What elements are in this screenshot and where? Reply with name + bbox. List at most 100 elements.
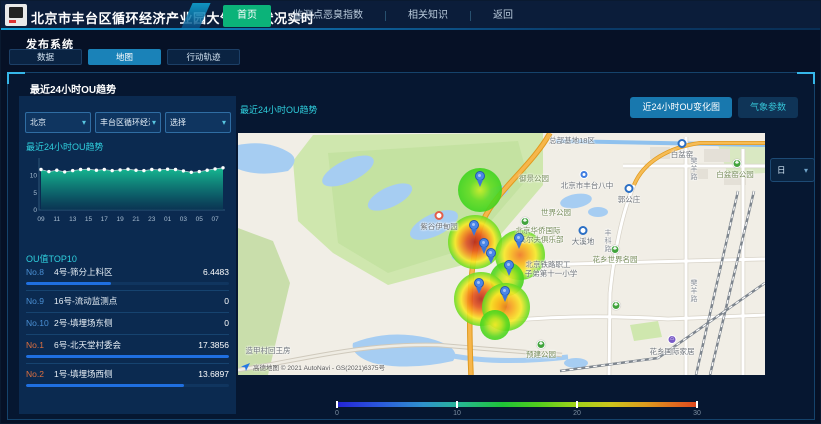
site-name: 2号-填埋场东侧 (54, 317, 224, 329)
map-pin[interactable] (514, 233, 524, 243)
ou-value: 13.6897 (198, 369, 229, 379)
list-item-0: No.84号-筛分上料区6.4483 (26, 262, 229, 291)
map-canvas[interactable]: 总部基地18区御景公园北京市丰台八中世界公园白盆窑白盆窑公园郭公庄大溪地紫谷伊甸… (238, 133, 765, 375)
list-item-3: No.1 6号-北天堂村委会17.3856 (26, 335, 229, 364)
colorbar-label: 30 (693, 410, 701, 417)
list-item-row: No.10 2号-填埋场东侧0 (26, 317, 229, 329)
list-item-row: No.9 16号-流动监测点0 (26, 295, 229, 307)
list-item-row: No.21号-填埋场西侧13.6897 (26, 368, 229, 380)
value-bar-track (26, 355, 229, 358)
svg-text:23: 23 (148, 216, 156, 223)
list-item-1: No.9 16号-流动监测点0 (26, 291, 229, 313)
app-root: 北京市丰台区循环经济产业园大气恶臭状况实时 首页监测点恶臭指数相关知识返回 发布… (0, 0, 821, 424)
colorbar-tick (456, 401, 458, 408)
filter-select-1[interactable]: 丰台区循环经济产▾ (95, 112, 161, 133)
nav-separator (385, 11, 386, 21)
ou-value: 0 (224, 318, 229, 328)
trend-chart-content: 1050091113151719212301030507 (30, 158, 225, 223)
publish-tabs: 数据地图行动轨迹 (9, 49, 240, 65)
rank-label: No.10 (26, 318, 50, 328)
chevron-down-icon: ▾ (82, 118, 86, 127)
chevron-down-icon: ▾ (222, 118, 226, 127)
map-view-button-1[interactable]: 气象参数 (738, 97, 798, 118)
ou-value: 17.3856 (198, 340, 229, 350)
svg-text:0: 0 (33, 207, 37, 214)
panel-title: 最近24小时OU趋势 (30, 81, 116, 96)
colorbar-tick (336, 401, 338, 408)
map-pin[interactable] (486, 248, 496, 258)
map-pin[interactable] (504, 260, 514, 270)
ou-value: 6.4483 (203, 267, 229, 277)
filter-select-2[interactable]: 选择▾ (165, 112, 231, 133)
svg-text:09: 09 (37, 216, 45, 223)
filter-select-0[interactable]: 北京▾ (25, 112, 91, 133)
nav-tab-2[interactable]: 相关知识 (400, 5, 456, 27)
colorbar-label: 20 (573, 410, 581, 417)
select-value: 丰台区循环经济产 (100, 117, 150, 128)
map-section: 最近24小时OU趋势 近24小时OU变化图气象参数 (232, 95, 806, 414)
map-view-button-0[interactable]: 近24小时OU变化图 (630, 97, 732, 118)
map-attribution-text: 高德地图 © 2021 AutoNavi - GS(2021)6375号 (253, 362, 385, 372)
amap-logo-icon (241, 363, 250, 371)
filter-selects: 北京▾丰台区循环经济产▾选择▾ (25, 112, 231, 133)
nav-tab-3[interactable]: 返回 (485, 5, 521, 27)
svg-text:15: 15 (85, 216, 93, 223)
nav-separator (470, 11, 471, 21)
colorbar-tick (576, 401, 578, 408)
svg-text:03: 03 (180, 216, 188, 223)
select-value: 选择 (170, 117, 220, 128)
svg-text:11: 11 (53, 216, 60, 223)
map-pin[interactable] (500, 286, 510, 296)
list-item-4: No.21号-填埋场西侧13.6897 (26, 364, 229, 392)
map-view-buttons: 近24小时OU变化图气象参数 (630, 97, 798, 118)
nav-tab-1[interactable]: 监测点恶臭指数 (285, 5, 371, 27)
map-pin[interactable] (469, 220, 479, 230)
ou-top-list: No.84号-筛分上料区6.4483No.916号-流动监测点0No.102号-… (26, 262, 229, 392)
value-bar-fill (26, 355, 229, 358)
list-item-row: No.84号-筛分上料区6.4483 (26, 266, 229, 278)
app-logo-icon (5, 4, 27, 26)
main-nav: 首页监测点恶臭指数 相关知识 返回 (223, 1, 521, 30)
colorbar-label: 0 (335, 410, 339, 417)
select-value: 北京 (30, 117, 80, 128)
list-item-2: No.10 2号-填埋场东侧0 (26, 313, 229, 335)
colorbar-tick (696, 401, 698, 408)
svg-text:05: 05 (196, 216, 204, 223)
ou-colorbar: 0102030 (337, 402, 697, 420)
rank-label: No.8 (26, 267, 50, 277)
list-item-row: No.1 6号-北天堂村委会17.3856 (26, 339, 229, 351)
map-pins (238, 133, 765, 375)
map-pin[interactable] (479, 238, 489, 248)
rank-label: No.2 (26, 369, 50, 379)
map-attribution: 高德地图 © 2021 AutoNavi - GS(2021)6375号 (241, 362, 385, 372)
publish-tab-2[interactable]: 行动轨迹 (167, 49, 240, 65)
ou-value: 0 (224, 296, 229, 306)
map-pin[interactable] (475, 171, 485, 181)
svg-text:17: 17 (101, 216, 109, 223)
top-header: 北京市丰台区循环经济产业园大气恶臭状况实时 首页监测点恶臭指数相关知识返回 (1, 1, 820, 30)
nav-tab-0[interactable]: 首页 (223, 5, 271, 27)
value-bar-fill (26, 282, 111, 285)
svg-text:01: 01 (164, 216, 172, 223)
svg-text:19: 19 (116, 216, 124, 223)
value-bar-track (26, 282, 229, 285)
svg-text:21: 21 (132, 216, 140, 223)
map-section-title: 最近24小时OU趋势 (240, 103, 318, 116)
publish-tab-1[interactable]: 地图 (88, 49, 161, 65)
svg-text:07: 07 (211, 216, 219, 223)
svg-text:10: 10 (30, 173, 38, 180)
site-name: 16号-流动监测点 (54, 295, 224, 307)
chevron-down-icon: ▾ (152, 118, 156, 127)
site-name: 6号-北天堂村委会 (54, 339, 198, 351)
rank-label: No.9 (26, 296, 50, 306)
svg-text:13: 13 (69, 216, 77, 223)
chevron-down-icon: ▾ (804, 166, 808, 175)
rank-label: No.1 (26, 340, 50, 350)
map-pin[interactable] (474, 278, 484, 288)
content-panel: 最近24小时OU趋势 北京▾丰台区循环经济产▾选择▾ 最近24小时OU趋势 10… (7, 72, 815, 420)
period-select[interactable]: 日 ▾ (770, 158, 815, 182)
sidebar: 北京▾丰台区循环经济产▾选择▾ 最近24小时OU趋势 1050091113151… (19, 96, 236, 414)
publish-tab-0[interactable]: 数据 (9, 49, 82, 65)
colorbar-label: 10 (453, 410, 461, 417)
ou-colorbar-gradient (337, 402, 697, 407)
